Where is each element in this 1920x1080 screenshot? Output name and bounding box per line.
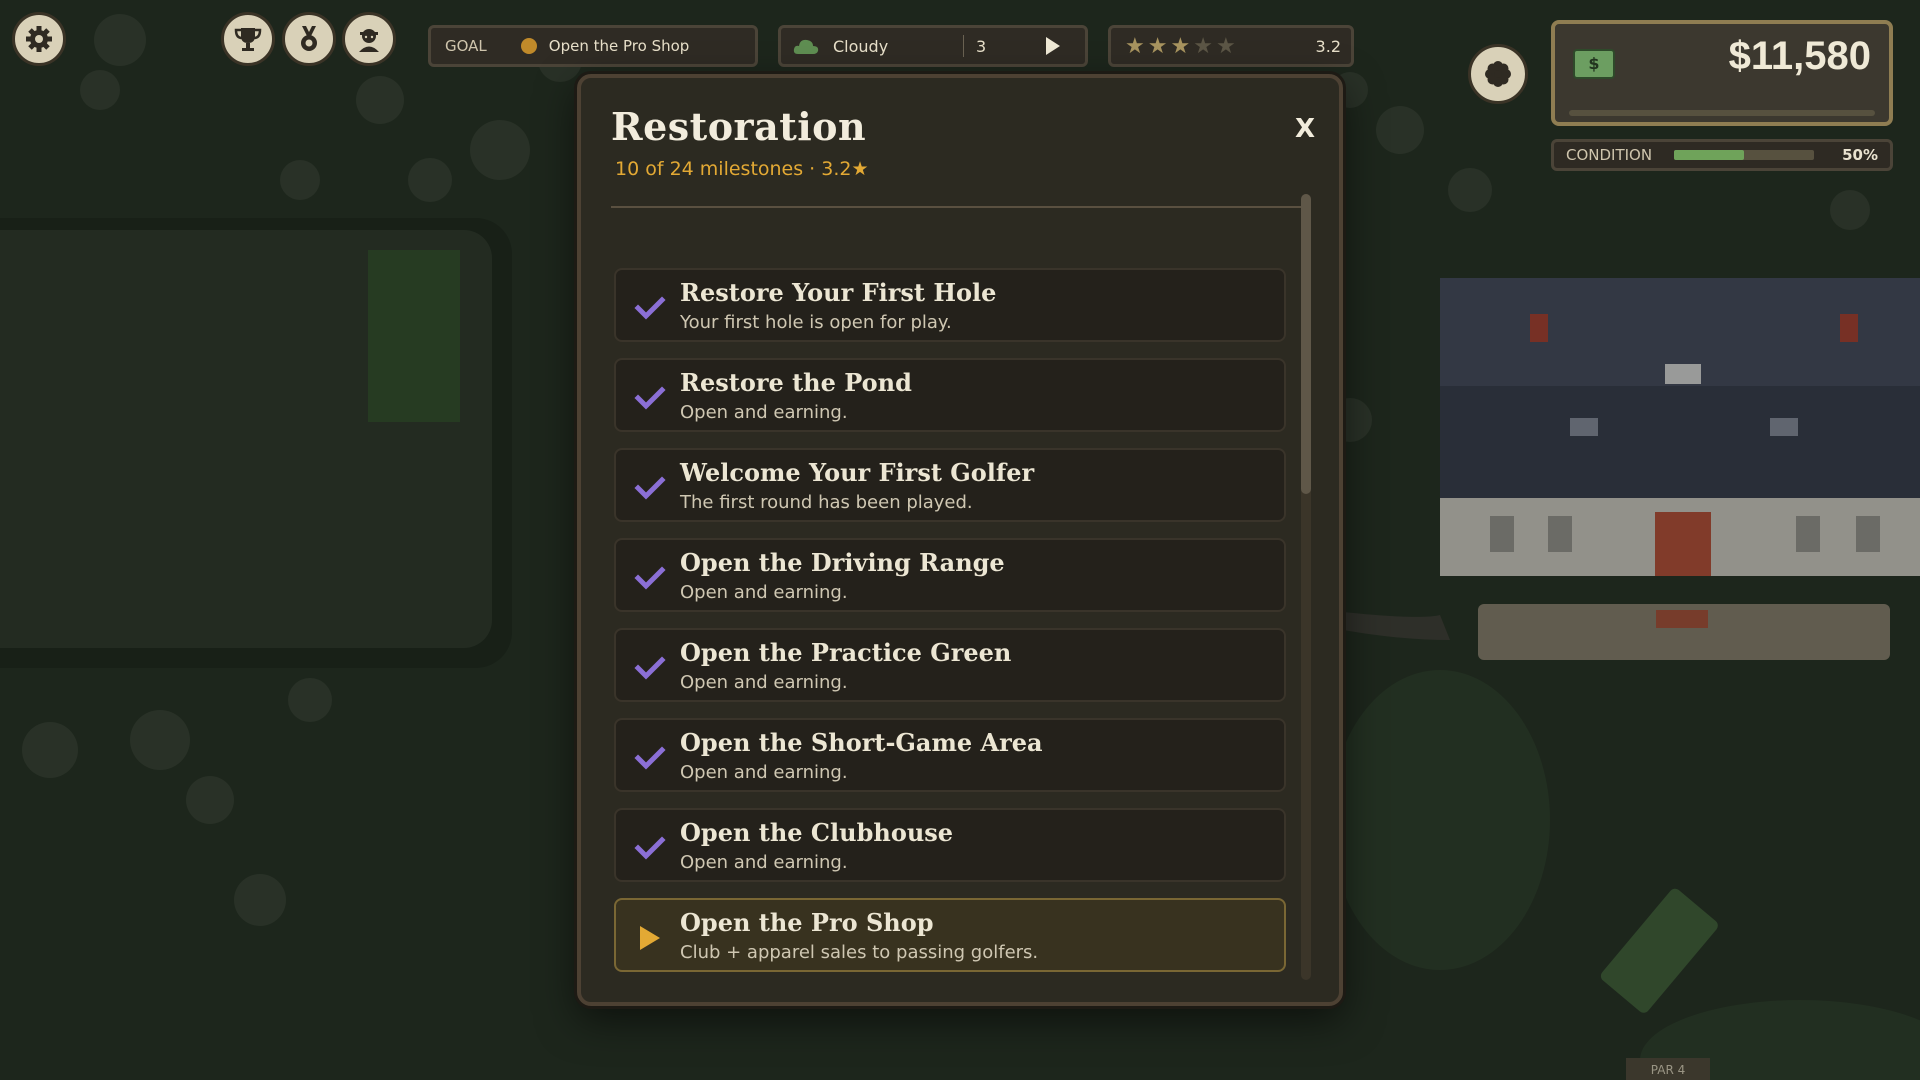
milestone-name: Open the Short-Game Area: [680, 728, 1043, 757]
arrow-right-icon: [634, 922, 666, 954]
milestone-item[interactable]: Open the Clubhouse Open and earning.: [614, 808, 1286, 882]
star-icon: ★: [1147, 33, 1168, 59]
scrollbar[interactable]: [1301, 194, 1311, 980]
staff-button[interactable]: [342, 12, 396, 66]
milestone-name: Open the Driving Range: [680, 548, 1005, 577]
condition-bar: [1674, 150, 1815, 160]
weather-text: Cloudy: [833, 36, 889, 56]
goal-panel[interactable]: GOAL Open the Pro Shop: [428, 25, 758, 67]
milestone-item[interactable]: Open the Driving Range Open and earning.: [614, 538, 1286, 612]
condition-bar-fill: [1674, 150, 1745, 160]
checkmark-icon: [634, 562, 666, 594]
divider: [963, 35, 964, 57]
goal-dot-icon: [520, 38, 537, 54]
milestone-description: Open and earning.: [680, 852, 848, 873]
goal-label: GOAL: [445, 37, 487, 55]
star-icon: ★: [1193, 33, 1213, 59]
milestone-description: Open and earning.: [680, 582, 848, 603]
checkmark-icon: [634, 652, 666, 684]
gear-icon: [26, 26, 52, 52]
scrollbar-thumb[interactable]: [1301, 194, 1311, 494]
milestone-name: Open the Clubhouse: [680, 818, 954, 847]
game-speed-value: 3: [976, 36, 987, 56]
money-bar: [1569, 110, 1875, 116]
trophy-button[interactable]: [221, 12, 275, 66]
milestone-name: Restore the Pond: [680, 368, 912, 397]
star-icon: ★: [1170, 33, 1191, 59]
milestone-item[interactable]: Open the Practice Green Open and earning.: [614, 628, 1286, 702]
condition-value: 50%: [1842, 146, 1878, 164]
milestone-name: Restore Your First Hole: [680, 278, 997, 307]
rating-stars: ★ ★ ★ ★ ★: [1125, 34, 1239, 59]
rating-panel[interactable]: ★ ★ ★ ★ ★ 3.2: [1108, 25, 1354, 67]
golfer-icon: [359, 29, 379, 52]
milestone-item[interactable]: Restore Your First Hole Your first hole i…: [614, 268, 1286, 342]
rating-value: 3.2: [1315, 36, 1341, 56]
milestone-item[interactable]: Open the Pro Shop Club + apparel sales to…: [614, 898, 1286, 972]
condition-label: CONDITION: [1566, 146, 1653, 164]
flower-icon: [1485, 61, 1511, 87]
milestone-description: The first round has been played.: [680, 492, 973, 513]
dialog-subtitle: 10 of 24 milestones · 3.2★: [615, 158, 869, 180]
decor-button[interactable]: [1468, 44, 1528, 104]
milestone-name: Open the Practice Green: [680, 638, 1012, 667]
checkmark-icon: [634, 382, 666, 414]
medal-icon: [301, 26, 317, 51]
milestone-description: Open and earning.: [680, 672, 848, 693]
play-icon[interactable]: [1044, 36, 1062, 56]
weather-speed-panel: Cloudy 3: [778, 25, 1088, 67]
money-panel: $ $11,580: [1551, 20, 1893, 126]
checkmark-icon: [634, 742, 666, 774]
milestone-description: Your first hole is open for play.: [680, 312, 952, 333]
settings-button[interactable]: [12, 12, 66, 66]
star-icon: ★: [1215, 33, 1236, 59]
milestone-description: Open and earning.: [680, 762, 848, 783]
money-amount: $11,580: [1728, 34, 1871, 78]
restoration-dialog: Restoration 10 of 24 milestones · 3.2★ X…: [577, 74, 1343, 1006]
cloud-icon: [793, 39, 819, 54]
svg-text:PAR 4: PAR 4: [1651, 1063, 1685, 1077]
dialog-title: Restoration: [611, 104, 867, 149]
milestone-item[interactable]: Restore the Pond Open and earning.: [614, 358, 1286, 432]
checkmark-icon: [634, 832, 666, 864]
trophy-icon: [234, 28, 262, 51]
milestone-item[interactable]: Open the Short-Game Area Open and earning…: [614, 718, 1286, 792]
milestone-name: Open the Pro Shop: [680, 908, 934, 937]
cash-icon: $: [1573, 49, 1615, 79]
medal-button[interactable]: [282, 12, 336, 66]
milestone-description: Open and earning.: [680, 402, 848, 423]
checkmark-icon: [634, 472, 666, 504]
star-icon: ★: [1125, 33, 1145, 59]
checkmark-icon: [634, 292, 666, 324]
goal-text: Open the Pro Shop: [548, 37, 690, 55]
milestone-name: Welcome Your First Golfer: [680, 458, 1035, 487]
close-button[interactable]: X: [1295, 114, 1315, 144]
milestone-list[interactable]: Restore Your First Hole Your first hole i…: [614, 190, 1290, 980]
milestone-item[interactable]: Welcome Your First Golfer The first round…: [614, 448, 1286, 522]
condition-panel: CONDITION 50%: [1551, 139, 1893, 171]
milestone-description: Club + apparel sales to passing golfers.: [680, 942, 1039, 963]
